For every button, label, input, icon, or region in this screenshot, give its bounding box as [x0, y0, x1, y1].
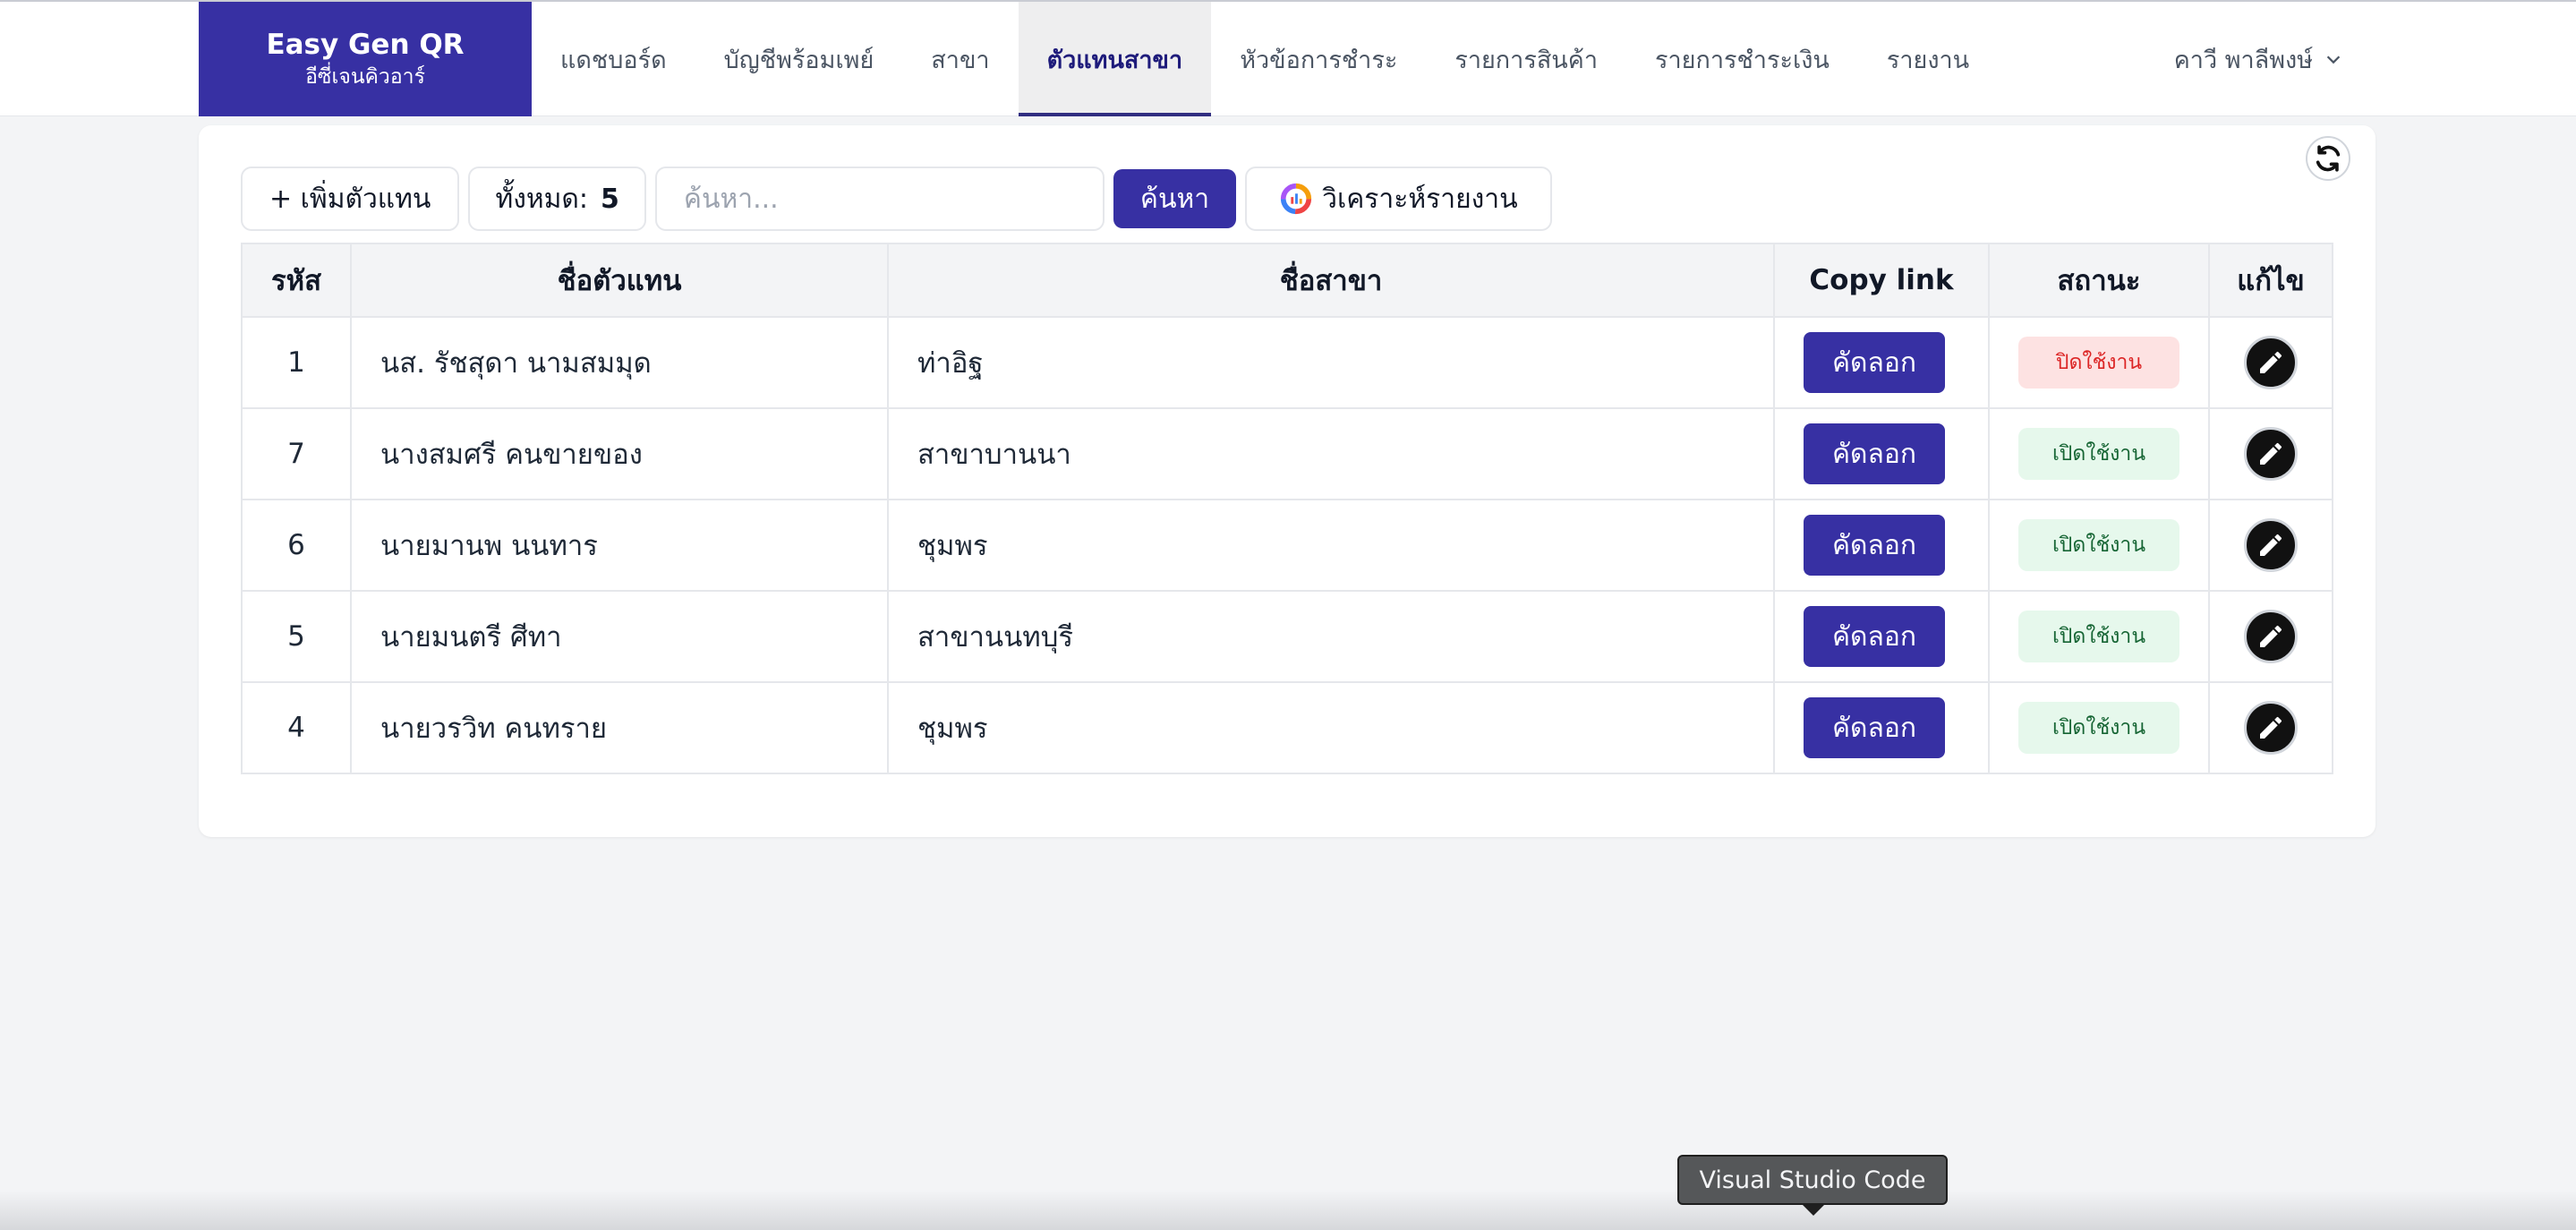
pencil-icon [2260, 534, 2282, 556]
edit-button[interactable] [2244, 336, 2298, 389]
chart-ring-icon [1280, 183, 1312, 215]
main-nav: แดชบอร์ด บัญชีพร้อมเพย์ สาขา ตัวแทนสาขา … [532, 2, 1998, 116]
copy-link-button[interactable]: คัดลอก [1804, 332, 1945, 393]
cell-status: ปิดใช้งาน [1988, 316, 2210, 409]
dock-tooltip: Visual Studio Code [1677, 1155, 1948, 1205]
column-header-edit[interactable]: แก้ไข [2208, 243, 2333, 318]
cell-status: เปิดใช้งาน [1988, 407, 2210, 500]
brand-logo[interactable]: Easy Gen QR อีซี่เจนคิวอาร์ [199, 2, 532, 116]
cell-edit [2208, 590, 2333, 683]
refresh-button[interactable] [2306, 136, 2350, 181]
table-row: 6 นายมานพ นนทาร ชุมพร คัดลอก เปิดใช้งาน [241, 499, 2333, 592]
cell-edit [2208, 499, 2333, 592]
search-button[interactable]: ค้นหา [1113, 169, 1237, 228]
top-navbar: Easy Gen QR อีซี่เจนคิวอาร์ แดชบอร์ด บัญ… [0, 2, 2576, 116]
cell-agent-name: นายวรวิท คนทราย [350, 681, 889, 774]
cell-status: เปิดใช้งาน [1988, 681, 2210, 774]
brand-title: Easy Gen QR [266, 29, 465, 61]
nav-item-products[interactable]: รายการสินค้า [1426, 2, 1626, 116]
copy-link-button[interactable]: คัดลอก [1804, 606, 1945, 667]
user-menu[interactable]: คาวี พาลีพงษ์ [2174, 2, 2343, 116]
total-count-badge: ทั้งหมด: 5 [468, 167, 646, 231]
edit-button[interactable] [2244, 427, 2298, 481]
tooltip-arrow [1801, 1203, 1826, 1216]
table-row: 7 นางสมศรี คนขายของ สาขาบานนา คัดลอก เปิดใช้… [241, 407, 2333, 500]
cell-agent-name: นางสมศรี คนขายของ [350, 407, 889, 500]
nav-item-branches[interactable]: สาขา [902, 2, 1018, 116]
column-header-agent-name[interactable]: ชื่อตัวแทน [350, 243, 889, 318]
cell-copy-link: คัดลอก [1773, 681, 1990, 774]
cell-agent-id: 5 [241, 590, 352, 683]
cell-branch-name: ชุมพร [887, 499, 1775, 592]
nav-item-reports[interactable]: รายงาน [1858, 2, 1998, 116]
cell-edit [2208, 316, 2333, 409]
column-header-id[interactable]: รหัส [241, 243, 352, 318]
total-count-value: 5 [601, 183, 619, 215]
edit-button[interactable] [2244, 518, 2298, 572]
edit-button[interactable] [2244, 701, 2298, 755]
table-row: 5 นายมนตรี ศีทา สาขานนทบุรี คัดลอก เปิดใช้งา… [241, 590, 2333, 683]
table-row: 1 นส. รัชสุดา นามสมมุด ท่าอิฐ คัดลอก ปิดใช้ง… [241, 316, 2333, 409]
search-input[interactable] [654, 167, 1105, 231]
pencil-icon [2260, 625, 2282, 647]
analyze-report-label: วิเคราะห์รายงาน [1322, 183, 1518, 215]
column-header-branch-name[interactable]: ชื่อสาขา [887, 243, 1775, 318]
toolbar: + เพิ่มตัวแทน ทั้งหมด: 5 ค้นหา วิเคราะห์… [241, 167, 1552, 231]
column-header-copy-link[interactable]: Copy link [1773, 243, 1990, 318]
total-count-label: ทั้งหมด: [495, 183, 589, 215]
pencil-icon [2260, 351, 2282, 373]
status-badge: เปิดใช้งาน [2018, 428, 2179, 480]
status-badge: เปิดใช้งาน [2018, 702, 2179, 754]
brand-subtitle: อีซี่เจนคิวอาร์ [305, 65, 425, 89]
column-header-status[interactable]: สถานะ [1988, 243, 2210, 318]
cell-copy-link: คัดลอก [1773, 316, 1990, 409]
cell-copy-link: คัดลอก [1773, 499, 1990, 592]
copy-link-button[interactable]: คัดลอก [1804, 697, 1945, 758]
cell-branch-name: สาขานนทบุรี [887, 590, 1775, 683]
edit-button[interactable] [2244, 610, 2298, 663]
status-badge: เปิดใช้งาน [2018, 611, 2179, 662]
copy-link-button[interactable]: คัดลอก [1804, 423, 1945, 484]
cell-agent-name: นส. รัชสุดา นามสมมุด [350, 316, 889, 409]
dock-shadow [0, 1191, 2576, 1230]
chevron-down-icon [2326, 56, 2341, 64]
cell-agent-id: 4 [241, 681, 352, 774]
pencil-icon [2260, 716, 2282, 739]
user-name: คาวี พาลีพงษ์ [2173, 46, 2313, 74]
cell-edit [2208, 681, 2333, 774]
status-badge: เปิดใช้งาน [2018, 519, 2179, 571]
cell-agent-name: นายมนตรี ศีทา [350, 590, 889, 683]
cell-copy-link: คัดลอก [1773, 590, 1990, 683]
copy-link-button[interactable]: คัดลอก [1804, 515, 1945, 576]
cell-copy-link: คัดลอก [1773, 407, 1990, 500]
cell-agent-id: 1 [241, 316, 352, 409]
cell-agent-id: 6 [241, 499, 352, 592]
pencil-icon [2260, 442, 2282, 465]
cell-status: เปิดใช้งาน [1988, 499, 2210, 592]
analyze-report-button[interactable]: วิเคราะห์รายงาน [1245, 167, 1552, 231]
table-header-row: รหัส ชื่อตัวแทน ชื่อสาขา Copy link สถานะ… [241, 243, 2333, 318]
nav-item-dashboard[interactable]: แดชบอร์ด [532, 2, 695, 116]
cell-edit [2208, 407, 2333, 500]
cell-status: เปิดใช้งาน [1988, 590, 2210, 683]
nav-item-branch-agents[interactable]: ตัวแทนสาขา [1018, 2, 1212, 116]
status-badge: ปิดใช้งาน [2018, 337, 2179, 389]
cell-agent-id: 7 [241, 407, 352, 500]
nav-item-payment-topics[interactable]: หัวข้อการชำระ [1211, 2, 1426, 116]
agents-table: รหัส ชื่อตัวแทน ชื่อสาขา Copy link สถานะ… [241, 243, 2333, 774]
add-agent-button[interactable]: + เพิ่มตัวแทน [241, 167, 460, 231]
refresh-icon [2316, 145, 2341, 172]
cell-agent-name: นายมานพ นนทาร [350, 499, 889, 592]
cell-branch-name: ชุมพร [887, 681, 1775, 774]
cell-branch-name: ท่าอิฐ [887, 316, 1775, 409]
cell-branch-name: สาขาบานนา [887, 407, 1775, 500]
table-row: 4 นายวรวิท คนทราย ชุมพร คัดลอก เปิดใช้งาน [241, 681, 2333, 774]
nav-item-payments[interactable]: รายการชำระเงิน [1626, 2, 1858, 116]
nav-item-promptpay-accounts[interactable]: บัญชีพร้อมเพย์ [695, 2, 903, 116]
agents-table-wrapper: รหัส ชื่อตัวแทน ชื่อสาขา Copy link สถานะ… [241, 243, 2333, 774]
